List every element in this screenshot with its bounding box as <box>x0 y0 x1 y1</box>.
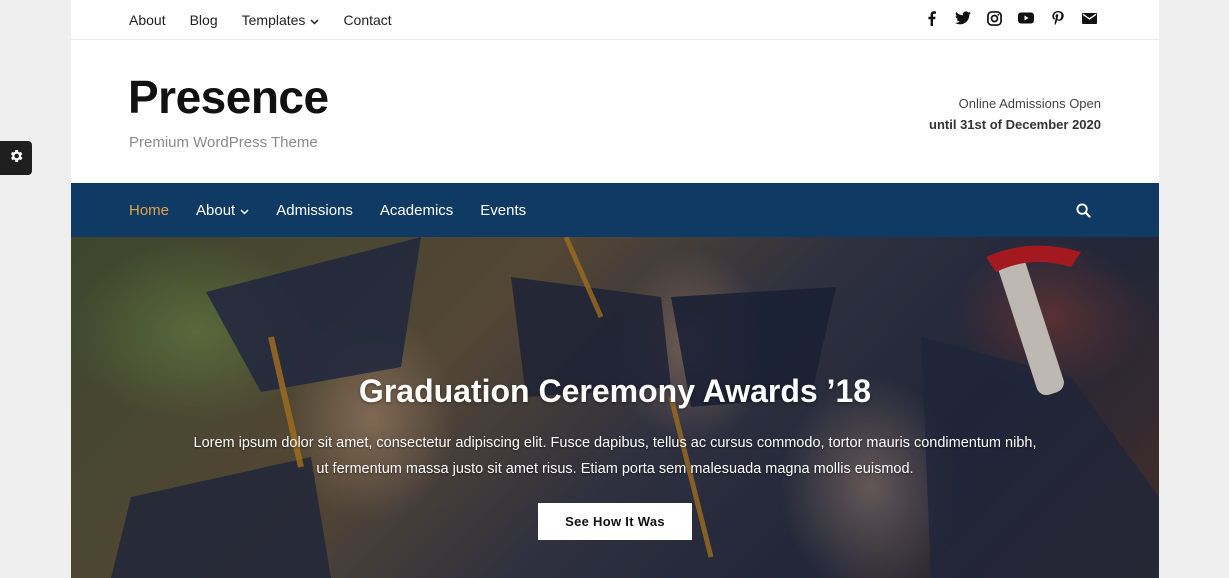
mail-icon[interactable] <box>1081 10 1097 26</box>
facebook-icon[interactable] <box>924 10 940 26</box>
pinterest-icon[interactable] <box>1050 10 1066 26</box>
hero-title: Graduation Ceremony Awards ’18 <box>358 373 872 409</box>
main-nav-academics[interactable]: Academics <box>380 202 453 219</box>
top-nav-templates[interactable]: Templates <box>242 12 320 28</box>
youtube-icon[interactable] <box>1018 10 1034 26</box>
main-nav-about[interactable]: About <box>196 202 249 219</box>
chevron-down-icon <box>240 202 249 219</box>
top-nav-about[interactable]: About <box>129 12 166 28</box>
gear-icon <box>8 148 24 169</box>
top-nav-blog[interactable]: Blog <box>190 12 218 28</box>
see-how-it-was-button[interactable]: See How It Was <box>538 503 692 540</box>
site-header: Presence Premium WordPress Theme Online … <box>71 40 1159 183</box>
search-icon[interactable] <box>1076 203 1092 219</box>
twitter-icon[interactable] <box>955 10 971 26</box>
hero-banner: Graduation Ceremony Awards ’18 Lorem ips… <box>71 237 1159 578</box>
hero-description: Lorem ipsum dolor sit amet, consectetur … <box>193 435 1037 477</box>
admissions-line-1: Online Admissions Open <box>958 96 1101 111</box>
social-links <box>908 0 1097 36</box>
main-nav-home[interactable]: Home <box>129 202 169 219</box>
top-nav-contact[interactable]: Contact <box>343 12 391 28</box>
main-nav-admissions[interactable]: Admissions <box>276 202 353 219</box>
main-nav-events[interactable]: Events <box>480 202 526 219</box>
top-bar: About Blog Templates Contact <box>71 0 1159 40</box>
settings-toggle[interactable] <box>0 141 32 175</box>
site-title[interactable]: Presence <box>128 70 329 124</box>
site-tagline: Premium WordPress Theme <box>129 134 318 151</box>
top-nav: About Blog Templates Contact <box>129 0 416 40</box>
admissions-notice: Online Admissions Open until 31st of Dec… <box>929 93 1101 135</box>
instagram-icon[interactable] <box>987 10 1003 26</box>
main-nav: Home About Admissions Academics Events <box>71 183 1159 237</box>
chevron-down-icon <box>310 12 319 28</box>
admissions-line-2: until 31st of December 2020 <box>929 117 1101 132</box>
page-container: About Blog Templates Contact Presence Pr… <box>71 0 1159 578</box>
